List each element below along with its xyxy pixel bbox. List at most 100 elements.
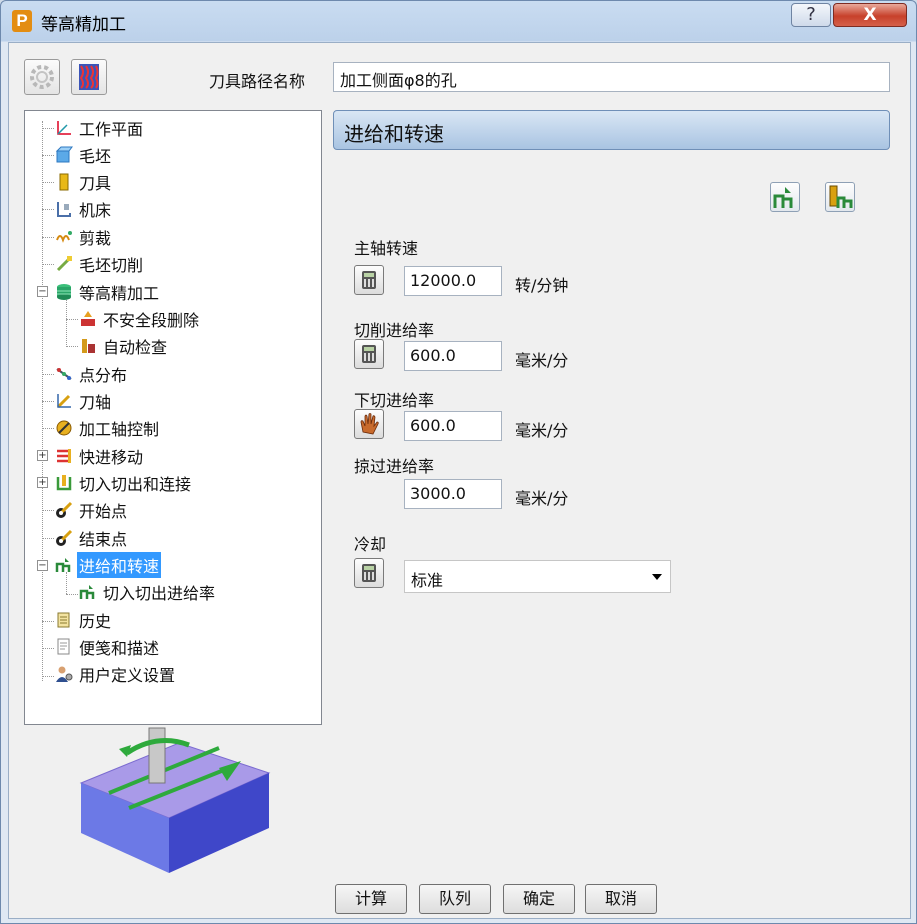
stock-cut-icon bbox=[56, 256, 72, 272]
skim-feed-unit: 毫米/分 bbox=[515, 489, 569, 508]
tree-branch bbox=[66, 594, 78, 595]
dialog-body: 刀具路径名称 加工侧面φ8的孔 − + + − 工作平面 毛坯 刀具 机床 剪裁… bbox=[8, 42, 911, 919]
tree-branch bbox=[66, 319, 78, 320]
section-title-bar: 进给和转速 bbox=[333, 110, 890, 150]
cancel-button[interactable]: 取消 bbox=[585, 884, 657, 914]
toolpath-preview-button[interactable] bbox=[71, 59, 107, 95]
tree-branch bbox=[42, 264, 54, 265]
tree-item-label: 便笺和描述 bbox=[79, 639, 160, 658]
workplane-icon bbox=[57, 121, 71, 135]
expand-rapid-move-toggle[interactable]: + bbox=[37, 450, 48, 461]
tree-item-label: 快进移动 bbox=[79, 448, 144, 467]
lead-feed-icon bbox=[79, 585, 95, 599]
tree-item-leads-links[interactable]: 切入切出和连接 bbox=[55, 471, 193, 495]
tool-axis-icon bbox=[56, 394, 71, 409]
tree-item-tool[interactable]: 刀具 bbox=[55, 170, 113, 194]
tree-connector bbox=[66, 297, 67, 345]
close-button[interactable]: X bbox=[833, 3, 907, 27]
help-button[interactable]: ? bbox=[791, 3, 831, 27]
tree-item-block[interactable]: 毛坯 bbox=[55, 143, 113, 167]
tree-item-start-point[interactable]: 开始点 bbox=[55, 498, 129, 522]
calculate-button[interactable]: 计算 bbox=[335, 884, 407, 914]
tree-item-label: 开始点 bbox=[79, 502, 128, 521]
spindle-calculator-button[interactable] bbox=[354, 265, 384, 295]
tree-branch bbox=[42, 237, 54, 238]
plunge-feed-hand-button[interactable] bbox=[354, 409, 384, 439]
spindle-speed-label: 主轴转速 bbox=[354, 239, 419, 258]
load-from-tool-button[interactable] bbox=[825, 182, 855, 212]
spindle-speed-input[interactable]: 12000.0 bbox=[404, 266, 502, 296]
tree-item-label: 结束点 bbox=[79, 530, 128, 549]
plunge-feed-input[interactable]: 600.0 bbox=[404, 411, 502, 441]
tree-branch bbox=[42, 374, 54, 375]
cutting-feed-unit: 毫米/分 bbox=[515, 351, 569, 370]
strategy-tree[interactable]: − + + − 工作平面 毛坯 刀具 机床 剪裁 毛坯切削 等高精加工 不安全段… bbox=[24, 110, 322, 725]
tree-branch bbox=[42, 676, 54, 677]
constant-z-icon bbox=[57, 284, 71, 300]
skim-feed-label: 掠过进给率 bbox=[354, 457, 435, 476]
toolpath-name-label: 刀具路径名称 bbox=[209, 72, 306, 91]
end-point-icon bbox=[56, 529, 73, 546]
title-bar[interactable]: P 等高精加工 ? X bbox=[1, 1, 916, 41]
unsafe-segment-icon bbox=[81, 311, 95, 326]
cutting-feed-calculator-button[interactable] bbox=[354, 339, 384, 369]
collapse-feeds-speeds-toggle[interactable]: − bbox=[37, 560, 48, 571]
tree-item-workplane[interactable]: 工作平面 bbox=[55, 116, 145, 140]
tree-item-label: 剪裁 bbox=[79, 229, 112, 248]
tree-branch bbox=[42, 648, 54, 649]
skim-feed-input[interactable]: 3000.0 bbox=[404, 479, 502, 509]
copy-from-tool-button[interactable] bbox=[770, 182, 800, 212]
rapid-move-icon bbox=[57, 449, 71, 463]
tree-item-label: 自动检查 bbox=[103, 338, 168, 357]
tree-item-constant-z[interactable]: 等高精加工 bbox=[55, 280, 161, 304]
tree-item-auto-verify[interactable]: 自动检查 bbox=[79, 334, 169, 358]
tree-item-unsafe-segment[interactable]: 不安全段删除 bbox=[79, 307, 201, 331]
tree-item-label: 机床 bbox=[79, 201, 112, 220]
tree-item-end-point[interactable]: 结束点 bbox=[55, 526, 129, 550]
ok-button[interactable]: 确定 bbox=[503, 884, 575, 914]
tree-item-label: 进给和转速 bbox=[77, 552, 162, 578]
tool-feeds-icon bbox=[829, 185, 853, 208]
calculator-icon bbox=[362, 271, 376, 289]
coolant-calculator-button[interactable] bbox=[354, 558, 384, 588]
machine-icon bbox=[57, 202, 71, 217]
tree-item-notes[interactable]: 便笺和描述 bbox=[55, 635, 161, 659]
tree-branch bbox=[42, 128, 54, 129]
cutting-feed-input[interactable]: 600.0 bbox=[404, 341, 502, 371]
tree-item-label: 点分布 bbox=[79, 366, 128, 385]
tree-branch bbox=[42, 401, 54, 402]
tree-item-label: 加工轴控制 bbox=[79, 420, 160, 439]
tree-item-user-settings[interactable]: 用户定义设置 bbox=[55, 662, 177, 686]
tree-item-lead-feed[interactable]: 切入切出进给率 bbox=[79, 580, 217, 604]
queue-button[interactable]: 队列 bbox=[419, 884, 491, 914]
tree-branch bbox=[42, 428, 54, 429]
tree-item-rapid-move[interactable]: 快进移动 bbox=[55, 444, 145, 468]
hand-icon bbox=[360, 413, 379, 435]
collapse-constant-z-toggle[interactable]: − bbox=[37, 286, 48, 297]
tree-item-point-distribution[interactable]: 点分布 bbox=[55, 362, 129, 386]
tree-branch bbox=[42, 209, 54, 210]
coolant-select[interactable]: 标准 bbox=[404, 560, 671, 593]
tree-item-tool-axis[interactable]: 刀轴 bbox=[55, 389, 113, 413]
tree-item-machine[interactable]: 机床 bbox=[55, 197, 113, 221]
strategy-preview-illustration bbox=[79, 727, 271, 873]
limit-icon bbox=[56, 231, 72, 243]
tree-item-limit[interactable]: 剪裁 bbox=[55, 225, 113, 249]
tree-item-label: 刀轴 bbox=[79, 393, 112, 412]
tree-item-stock-cut[interactable]: 毛坯切削 bbox=[55, 252, 145, 276]
plunge-feed-unit: 毫米/分 bbox=[515, 421, 569, 440]
tree-item-label: 工作平面 bbox=[79, 120, 144, 139]
tree-item-feeds-speeds[interactable]: 进给和转速 bbox=[55, 552, 162, 578]
coolant-label: 冷却 bbox=[354, 535, 387, 554]
expand-leads-links-toggle[interactable]: + bbox=[37, 477, 48, 488]
reset-settings-button[interactable] bbox=[24, 59, 60, 95]
tree-item-label: 不安全段删除 bbox=[103, 311, 200, 330]
toolpath-name-input[interactable]: 加工侧面φ8的孔 bbox=[333, 62, 890, 92]
point-distribution-icon bbox=[56, 368, 72, 380]
tree-item-axis-control[interactable]: 加工轴控制 bbox=[55, 416, 161, 440]
block-icon bbox=[55, 146, 73, 163]
start-point-icon bbox=[56, 501, 73, 518]
tree-item-label: 切入切出进给率 bbox=[103, 584, 216, 603]
tree-item-label: 用户定义设置 bbox=[79, 666, 176, 685]
tree-item-history[interactable]: 历史 bbox=[55, 608, 113, 632]
